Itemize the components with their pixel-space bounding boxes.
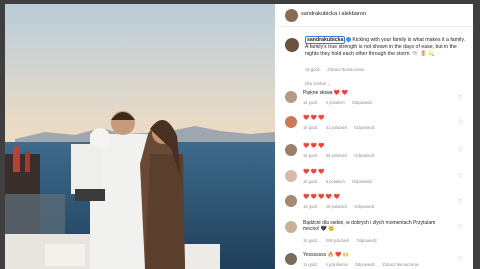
like-heart-icon[interactable]: ♡ [458,198,463,205]
comment-meta: 15 godz. 35 polubień Odpowiedz [303,153,381,158]
comment-emoji: ❤️ ❤️ ❤️ [303,169,325,175]
comment-time: 15 godz. [303,153,319,158]
comment-item: Bądźcie dla siebie, w dobrych i złych mo… [285,219,471,245]
see-translation-link[interactable]: Zobacz tłumaczenie [327,67,364,72]
comment-meta: 11 godz. 4 polubienia Odpowiedz Zobacz t… [303,262,425,267]
comment-time: 15 godz. [303,238,319,243]
reply-button[interactable]: Odpowiedz [356,238,376,243]
comment-body: Piękne słowa [303,90,333,96]
comment-item: Piękne słowa ❤️ ❤️ 14 godz. 2 polubień O… [285,89,471,109]
collaborator-username[interactable]: alekbaron [341,11,366,17]
comment-likes[interactable]: 2 polubień [326,100,345,105]
reply-button[interactable]: Odpowiedz [354,153,374,158]
like-heart-icon[interactable]: ♡ [458,256,463,263]
comment-meta: 15 godz. 208 polubień Odpowiedz [303,238,383,243]
comment-avatar[interactable] [285,195,297,207]
comment-text: Yesssssss 🔥 ❤️ 🙌 [303,252,453,258]
comment-avatar[interactable] [285,91,297,103]
like-heart-icon[interactable]: ♡ [458,147,463,154]
caption-time: 15 godz. [305,67,322,72]
comment-likes[interactable]: 208 polubień [326,238,349,243]
like-heart-icon[interactable]: ♡ [458,94,463,101]
comment-body: Yesssssss [303,252,327,258]
caption-text: sandrakubicka Kicking with your family is… [305,36,465,57]
comment-meta: 15 godz. 16 polubień Odpowiedz [303,204,381,209]
comment-text: Piękne słowa ❤️ ❤️ [303,90,453,96]
post-header: sandrakubicka i alekbaron [279,4,473,27]
reply-button[interactable]: Odpowiedz [352,179,372,184]
comment-likes[interactable]: 16 polubień [326,204,347,209]
comment-likes[interactable]: 6 polubień [326,179,345,184]
comment-text: Bądźcie dla siebie, w dobrych i złych mo… [303,220,453,233]
comment-meta: 15 godz. 6 polubień Odpowiedz [303,179,378,184]
see-translation-link[interactable]: Zobacz tłumaczenie [382,262,418,267]
verified-icon [346,37,352,43]
comment-item: ❤️ ❤️ ❤️ 15 godz. 35 polubień Odpowiedz … [285,142,471,162]
comment-avatar[interactable] [285,116,297,128]
author-names: sandrakubicka i alekbaron [301,11,366,17]
author-username[interactable]: sandrakubicka [301,11,337,17]
comment-avatar[interactable] [285,170,297,182]
author-separator: i [338,11,340,17]
caption-username[interactable]: sandrakubicka [305,36,346,44]
comment-emoji: 🔥 ❤️ 🙌 [327,252,350,258]
comment-emoji: 🖤 😊 [320,226,335,233]
post-modal: sandrakubicka i alekbaron sandrakubicka K… [5,4,473,269]
comment-text: ❤️ ❤️ ❤️ [303,169,453,175]
comment-time: 14 godz. [303,100,319,105]
comment-item: ❤️ ❤️ ❤️ 15 godz. 6 polubień Odpowiedz ♡ [285,168,471,188]
comment-item: ❤️ ❤️ ❤️ ❤️ ❤️ 15 godz. 16 polubień Odpo… [285,193,471,213]
for-you-dropdown[interactable]: Dla Ciebie ⌄ [305,81,331,87]
comment-time: 15 godz. [303,179,319,184]
author-avatar[interactable] [285,9,298,22]
like-heart-icon[interactable]: ♡ [458,173,463,180]
reply-button[interactable]: Odpowiedz [354,125,374,130]
comment-text: ❤️ ❤️ ❤️ [303,115,453,121]
comment-emoji: ❤️ ❤️ ❤️ [303,143,325,149]
comment-meta: 15 godz. 41 polubień Odpowiedz [303,125,381,130]
comment-avatar[interactable] [285,144,297,156]
comment-time: 15 godz. [303,204,319,209]
comment-likes[interactable]: 4 polubienia [326,262,348,267]
like-heart-icon[interactable]: ♡ [458,119,463,126]
comment-meta: 14 godz. 2 polubień Odpowiedz [303,100,378,105]
comment-item: Yesssssss 🔥 ❤️ 🙌 11 godz. 4 polubienia O… [285,251,471,269]
comments-panel: sandrakubicka i alekbaron sandrakubicka K… [279,4,473,269]
comment-emoji: ❤️ ❤️ ❤️ ❤️ ❤️ [303,194,340,200]
comment-likes[interactable]: 35 polubień [326,153,347,158]
photo-image [5,4,275,269]
comment-time: 11 godz. [303,262,319,267]
comment-emoji: ❤️ ❤️ [333,90,348,96]
caption-avatar[interactable] [285,38,299,52]
comment-avatar[interactable] [285,221,297,233]
reply-button[interactable]: Odpowiedz [352,100,372,105]
post-photo[interactable] [5,4,275,269]
like-heart-icon[interactable]: ♡ [458,224,463,231]
reply-button[interactable]: Odpowiedz [355,262,375,267]
comment-text: ❤️ ❤️ ❤️ ❤️ ❤️ [303,194,453,200]
comment-emoji: ❤️ ❤️ ❤️ [303,115,325,121]
comment-likes[interactable]: 41 polubień [326,125,347,130]
reply-button[interactable]: Odpowiedz [354,204,374,209]
caption-meta: 15 godz. Zobacz tłumaczenie [305,67,370,72]
comment-text: ❤️ ❤️ ❤️ [303,143,453,149]
comment-item: ❤️ ❤️ ❤️ 15 godz. 41 polubień Odpowiedz … [285,114,471,134]
comment-avatar[interactable] [285,253,297,265]
comment-time: 15 godz. [303,125,319,130]
